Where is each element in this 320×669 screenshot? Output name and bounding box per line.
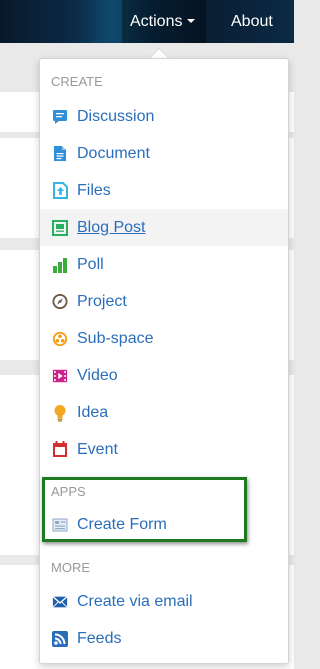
project-icon <box>52 293 68 311</box>
files-upload-icon <box>52 182 68 200</box>
idea-icon <box>52 404 68 422</box>
document-icon <box>52 145 68 163</box>
menu-item-discussion[interactable]: Discussion <box>40 98 288 135</box>
menu-item-label: Project <box>77 292 127 310</box>
blog-post-icon <box>52 219 68 237</box>
menu-item-label: Video <box>77 366 118 384</box>
menu-item-feeds[interactable]: Feeds <box>40 620 288 657</box>
menu-item-blog-post[interactable]: Blog Post <box>40 209 288 246</box>
menu-item-files[interactable]: Files <box>40 172 288 209</box>
menu-item-project[interactable]: Project <box>40 283 288 320</box>
menu-item-label: Poll <box>77 255 104 273</box>
menu-item-label: Blog Post <box>77 218 146 236</box>
event-icon <box>52 441 68 459</box>
feeds-icon <box>52 630 68 648</box>
menu-item-poll[interactable]: Poll <box>40 246 288 283</box>
menu-item-sub-space[interactable]: Sub-space <box>40 320 288 357</box>
actions-menu-button[interactable]: Actions <box>130 12 196 32</box>
menu-item-label: Discussion <box>77 107 155 125</box>
menu-item-video[interactable]: Video <box>40 357 288 394</box>
menu-item-document[interactable]: Document <box>40 135 288 172</box>
discussion-icon <box>52 108 68 126</box>
caret-down-icon <box>187 19 196 23</box>
menu-item-label: Files <box>77 181 111 199</box>
menu-item-event[interactable]: Event <box>40 431 288 468</box>
about-link[interactable]: About <box>231 12 273 32</box>
menu-item-label: Idea <box>77 403 109 421</box>
create-section-heading: CREATE <box>51 74 103 89</box>
menu-item-label: Feeds <box>77 629 122 647</box>
apps-section-highlight <box>42 477 247 542</box>
actions-label: Actions <box>130 13 183 30</box>
menu-item-label: Create via email <box>77 592 193 610</box>
actions-dropdown-menu: CREATE Discussion Document Files Blog Po… <box>39 58 289 664</box>
menu-item-label: Event <box>77 440 118 458</box>
top-navigation-bar: Actions About <box>0 0 294 43</box>
menu-item-label: Sub-space <box>77 329 154 347</box>
poll-icon <box>52 256 68 274</box>
menu-item-label: Document <box>77 144 150 162</box>
more-section-heading: MORE <box>51 560 90 575</box>
video-icon <box>52 367 68 385</box>
menu-item-create-via-email[interactable]: Create via email <box>40 583 288 620</box>
menu-item-idea[interactable]: Idea <box>40 394 288 431</box>
sub-space-icon <box>52 330 68 348</box>
email-icon <box>52 593 68 611</box>
